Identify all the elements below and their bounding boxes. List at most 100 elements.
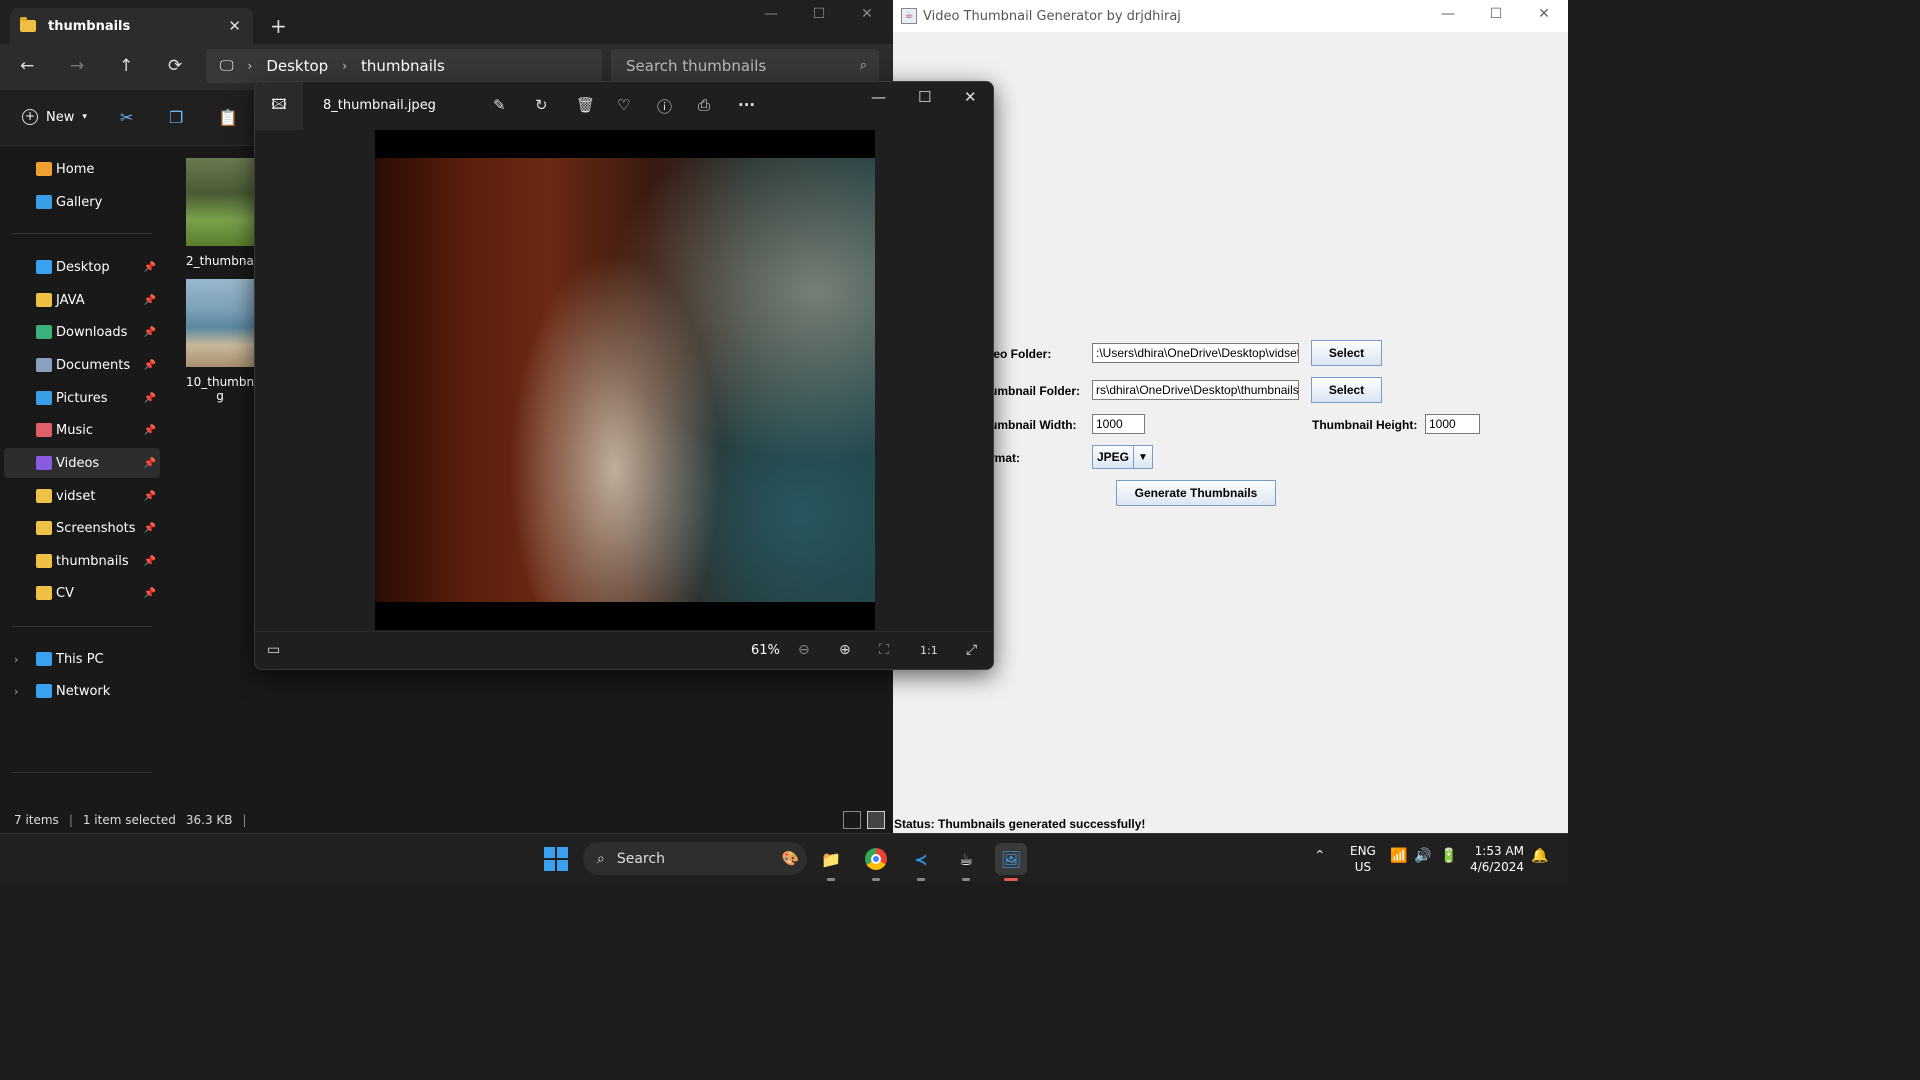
chevron-right-icon: › (342, 59, 347, 73)
sidebar-item-label: vidset (56, 488, 96, 504)
search-input[interactable]: Search thumbnails ⌕ (611, 49, 879, 83)
thumbnail-height-field[interactable]: 1000 (1425, 414, 1480, 434)
file-explorer-taskbar-icon[interactable]: 📁 (815, 843, 847, 881)
thumbnail-folder-field[interactable]: rs\dhira\OneDrive\Desktop\thumbnails (1092, 380, 1299, 400)
photos-taskbar-icon[interactable]: 🖼 (995, 843, 1027, 881)
fullscreen-icon[interactable]: ⤢ (966, 642, 977, 658)
sidebar-item-label: CV (56, 585, 74, 601)
up-arrow-icon[interactable]: ↑ (119, 56, 133, 76)
fit-to-window-icon[interactable]: ⛶ (879, 642, 889, 658)
file-item[interactable]: 2_thumbnail. (186, 158, 254, 268)
close-button[interactable]: ✕ (1520, 6, 1568, 22)
format-select[interactable]: JPEG ▼ (1092, 445, 1153, 469)
refresh-icon[interactable]: ⟳ (168, 56, 182, 76)
sidebar-item-documents[interactable]: Documents 📌 (4, 350, 160, 380)
maximize-button[interactable]: ☐ (918, 88, 931, 106)
sidebar-item-downloads[interactable]: Downloads 📌 (4, 317, 160, 347)
pin-icon: 📌 (143, 587, 156, 599)
minimize-button[interactable]: — (1424, 6, 1472, 22)
select-video-folder-button[interactable]: Select (1311, 340, 1382, 366)
sidebar-item-thumbnails[interactable]: thumbnails 📌 (4, 546, 160, 576)
language-indicator[interactable]: ENG US (1350, 843, 1376, 875)
paste-icon[interactable]: 📋 (218, 108, 238, 127)
actual-size-icon[interactable]: 1:1 (920, 644, 938, 657)
rotate-icon[interactable]: ↻ (535, 96, 548, 114)
copy-icon[interactable]: ❐ (169, 108, 183, 127)
sidebar-item-vidset[interactable]: vidset 📌 (4, 481, 160, 511)
print-icon[interactable]: ⎙ (698, 96, 710, 114)
title-bar: ☕ Video Thumbnail Generator by drjdhiraj… (893, 0, 1568, 32)
details-view-icon[interactable] (843, 811, 861, 829)
java-taskbar-icon[interactable]: ☕ (950, 843, 982, 881)
image-canvas[interactable] (375, 130, 875, 630)
sidebar-item-videos[interactable]: Videos 📌 (4, 448, 160, 478)
sidebar-item-music[interactable]: Music 📌 (4, 415, 160, 445)
gallery-icon (36, 195, 52, 209)
video-folder-label: leo Folder: (990, 347, 1052, 361)
chrome-taskbar-icon[interactable] (860, 843, 892, 881)
desktop-folder-icon (36, 260, 52, 274)
clock[interactable]: 1:53 AM 4/6/2024 (1470, 843, 1524, 875)
vscode-taskbar-icon[interactable]: ≺ (905, 843, 937, 881)
breadcrumb-desktop[interactable]: Desktop (266, 57, 328, 75)
taskbar-search[interactable]: ⌕ Search 🎨 (583, 842, 807, 875)
sidebar-item-desktop[interactable]: Desktop 📌 (4, 252, 160, 282)
minimize-button[interactable]: — (871, 88, 886, 106)
windows-start-button[interactable] (544, 847, 568, 871)
sidebar-item-pictures[interactable]: Pictures 📌 (4, 383, 160, 413)
dropdown-arrow-icon[interactable]: ▼ (1134, 452, 1152, 463)
new-button[interactable]: + New ▾ (22, 109, 87, 125)
sidebar-item-this-pc[interactable]: › This PC (4, 644, 160, 674)
close-button[interactable]: ✕ (964, 88, 977, 106)
file-item[interactable]: 10_thumbnai g (186, 279, 254, 403)
notification-bell-icon[interactable]: 🔔 (1531, 848, 1548, 864)
wifi-icon[interactable]: 📶 (1390, 848, 1407, 864)
thumbnail-width-field[interactable]: 1000 (1092, 414, 1145, 434)
breadcrumb-thumbnails[interactable]: thumbnails (361, 57, 445, 75)
delete-icon[interactable]: 🗑 (576, 96, 595, 114)
info-icon[interactable]: ⓘ (657, 96, 672, 117)
zoom-level: 61% (751, 643, 780, 658)
forward-arrow-icon[interactable]: → (70, 56, 84, 76)
tab-title: thumbnails (48, 18, 131, 34)
tiles-view-icon[interactable] (867, 811, 885, 829)
chevron-right-icon[interactable]: › (14, 653, 18, 666)
window-controls: — ☐ ✕ (747, 6, 891, 22)
cut-icon[interactable]: ✂ (120, 108, 133, 127)
volume-icon[interactable]: 🔊 (1414, 848, 1431, 864)
sidebar-item-screenshots[interactable]: Screenshots 📌 (4, 513, 160, 543)
show-hidden-icons-chevron[interactable]: ⌃ (1314, 848, 1326, 864)
close-button[interactable]: ✕ (843, 6, 891, 22)
zoom-out-icon[interactable]: ⊖ (798, 642, 810, 658)
edit-image-icon[interactable]: ✎ (493, 96, 506, 114)
maximize-button[interactable]: ☐ (1472, 6, 1520, 22)
more-options-icon[interactable]: ··· (738, 96, 755, 114)
sidebar-item-cv[interactable]: CV 📌 (4, 578, 160, 608)
select-thumbnail-folder-button[interactable]: Select (1311, 377, 1382, 403)
video-folder-field[interactable]: :\Users\dhira\OneDrive\Desktop\vidset (1092, 343, 1299, 363)
sidebar-item-java[interactable]: JAVA 📌 (4, 285, 160, 315)
folder-icon (20, 17, 36, 32)
filmstrip-icon[interactable]: ▭ (267, 642, 280, 658)
taskbar: ⌕ Search 🎨 📁 ≺ ☕ 🖼 ⌃ ENG US 📶 🔊 🔋 1:53 A… (0, 833, 1568, 882)
zoom-in-icon[interactable]: ⊕ (839, 642, 851, 658)
minimize-button[interactable]: — (747, 6, 795, 22)
battery-icon[interactable]: 🔋 (1440, 848, 1457, 864)
sidebar-item-gallery[interactable]: Gallery (4, 187, 160, 217)
tab-thumbnails[interactable]: thumbnails ✕ (10, 8, 253, 44)
sidebar-item-home[interactable]: Home (4, 154, 160, 184)
favorite-heart-icon[interactable]: ♡ (617, 96, 630, 114)
chevron-right-icon[interactable]: › (14, 685, 18, 698)
maximize-button[interactable]: ☐ (795, 6, 843, 22)
divider (12, 772, 152, 773)
plus-icon: + (22, 109, 38, 125)
sidebar-item-network[interactable]: › Network (4, 676, 160, 706)
photos-app-icon[interactable]: 🖾 (255, 82, 303, 130)
new-tab-button[interactable]: + (270, 14, 287, 38)
close-tab-icon[interactable]: ✕ (228, 17, 241, 35)
back-arrow-icon[interactable]: ← (20, 56, 34, 76)
window-controls: — ☐ ✕ (1424, 6, 1568, 22)
tab-strip: thumbnails ✕ + — ☐ ✕ (0, 0, 893, 44)
generate-thumbnails-button[interactable]: Generate Thumbnails (1116, 480, 1276, 506)
address-bar[interactable]: 🖵 › Desktop › thumbnails (206, 49, 602, 83)
